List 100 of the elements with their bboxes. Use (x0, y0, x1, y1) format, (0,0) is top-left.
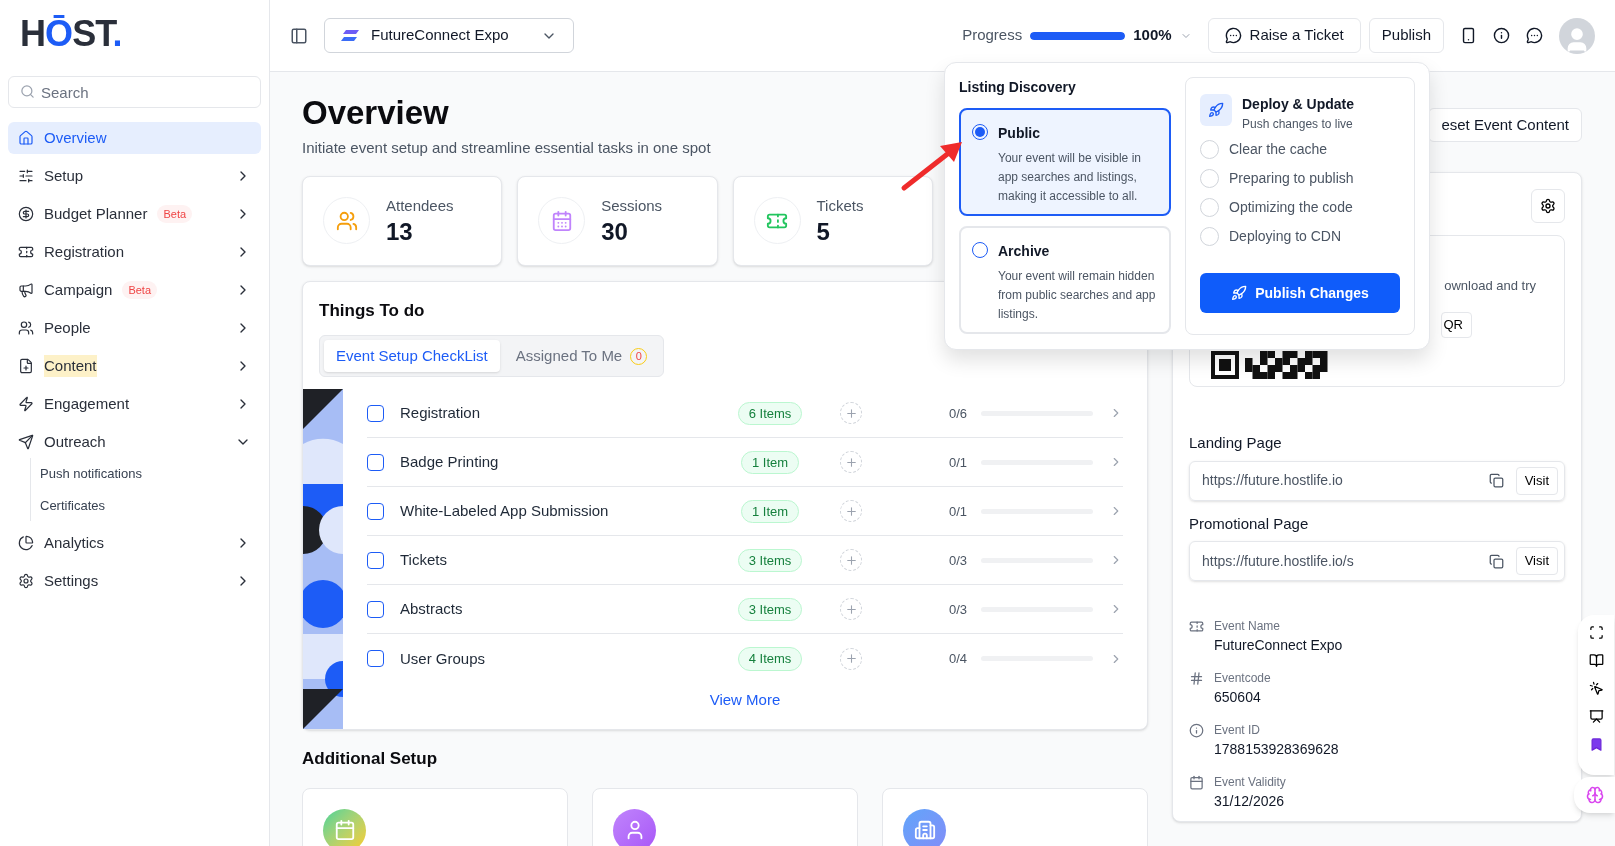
view-more-link[interactable]: View More (709, 689, 781, 712)
task-count: 0/6 (949, 404, 969, 423)
sidebar-item[interactable]: Setup (8, 160, 261, 192)
task-name: Badge Printing (400, 452, 500, 472)
task-name: Registration (400, 403, 482, 423)
step-label: Optimizing the code (1229, 198, 1353, 217)
beta-badge: Beta (157, 204, 193, 224)
publish-changes-button[interactable]: Publish Changes (1200, 273, 1400, 313)
pointer-click-icon[interactable] (1588, 681, 1604, 696)
task-count: 0/4 (949, 650, 969, 668)
checkbox[interactable] (367, 650, 384, 668)
raise-ticket-button[interactable]: Raise a Ticket (1207, 18, 1361, 53)
detail-label: Eventcode (1214, 670, 1271, 687)
sidebar-label: Outreach (44, 431, 106, 452)
stat-value: 30 (601, 217, 629, 247)
step-label: Deploying to CDN (1229, 227, 1342, 246)
sidebar-item[interactable]: Settings (8, 565, 261, 597)
detail-value: 1788153928369628 (1214, 740, 1339, 759)
sidebar-item[interactable]: Engagement (8, 388, 261, 420)
visit-button[interactable]: Visit (1515, 466, 1558, 495)
step-label: Clear the cache (1229, 140, 1328, 159)
option-title: Archive (998, 242, 1051, 261)
sidebar-item[interactable]: Campaign Beta (8, 274, 261, 306)
users-icon (18, 320, 34, 336)
sidebar-label: Registration (44, 241, 125, 262)
ticket-icon (18, 244, 34, 260)
task-name: Abstracts (400, 599, 464, 619)
scan-icon[interactable] (1588, 625, 1604, 640)
task-name: Tickets (400, 550, 448, 570)
book-icon[interactable] (1588, 653, 1604, 668)
calendar-icon (550, 209, 573, 232)
visibility-option[interactable]: Archive Your event will remain hidden from public searches and app listings. (959, 226, 1171, 334)
bookmark-icon[interactable] (1588, 737, 1604, 752)
task-count: 0/1 (949, 453, 969, 472)
task-count: 0/1 (949, 502, 969, 521)
page-title: Overview (302, 93, 449, 133)
checkbox[interactable] (367, 502, 384, 520)
option-description: Your event will be visible in app searches and listings, making it accessible to all. (998, 150, 1142, 205)
plus-icon (844, 504, 858, 518)
sidebar-item[interactable]: Content (8, 350, 261, 382)
tab[interactable]: Assigned To Me 0 (503, 340, 660, 373)
items-badge: 3 Items (737, 597, 803, 621)
users-icon (335, 209, 358, 232)
chat-icon[interactable] (1526, 27, 1543, 44)
checkbox[interactable] (367, 600, 384, 618)
plus-icon (844, 652, 858, 666)
items-badge: 4 Items (737, 647, 803, 671)
assistant-button[interactable] (1574, 777, 1615, 813)
sidebar-subitem[interactable]: Push notifications (31, 458, 142, 490)
copy-icon[interactable] (1488, 473, 1504, 488)
visibility-option[interactable]: Public Your event will be visible in app searches and listings, making it accessible to all. (959, 108, 1171, 216)
option-title: Public (998, 124, 1041, 143)
sidebar-subitem[interactable]: Certificates (31, 489, 106, 521)
beta-badge: Beta (122, 280, 157, 300)
reset-content-button[interactable]: eset Event Content (1428, 108, 1582, 142)
sliders-icon (18, 168, 34, 184)
visit-button[interactable]: Visit (1515, 547, 1558, 575)
progress-label: Progress (962, 25, 1023, 46)
sidebar-toggle-icon[interactable] (290, 26, 308, 45)
ticket-icon (1189, 619, 1204, 634)
phone-icon[interactable] (1460, 27, 1477, 44)
presentation-icon[interactable] (1588, 709, 1604, 724)
copy-icon[interactable] (1488, 553, 1504, 569)
checkbox[interactable] (367, 404, 384, 422)
settings-button[interactable] (1531, 189, 1565, 223)
deploy-subtitle: Push changes to live (1242, 116, 1354, 133)
checkbox[interactable] (367, 453, 384, 471)
progress-reading: 100% (1133, 25, 1172, 46)
plus-icon (844, 602, 858, 616)
sidebar-item[interactable]: Budget Planner Beta (8, 198, 261, 230)
qr-button[interactable]: QR (1440, 311, 1472, 338)
sidebar-item[interactable]: Overview (8, 122, 261, 154)
sidebar-label: Overview (44, 127, 107, 148)
rocket-icon (1231, 285, 1248, 301)
event-selector[interactable]: FutureConnect Expo (324, 18, 574, 53)
home-icon (18, 130, 34, 146)
search-icon (20, 84, 35, 99)
stat-value: 13 (386, 217, 414, 247)
sidebar-label: Setup (44, 165, 84, 186)
sidebar-item[interactable]: People (8, 312, 261, 344)
stat-label: Attendees (386, 195, 454, 216)
tab[interactable]: Event Setup CheckList (324, 340, 500, 373)
hash-icon (1189, 671, 1204, 686)
chat-icon (1224, 27, 1242, 44)
detail-label: Event ID (1214, 722, 1262, 739)
search-field[interactable]: Search (8, 76, 261, 108)
file-plus-icon (18, 358, 34, 374)
task-count: 0/3 (949, 551, 969, 570)
link-label: Landing Page (1189, 433, 1283, 453)
sidebar-item[interactable]: Analytics (8, 527, 261, 559)
detail-value: 650604 (1214, 688, 1262, 707)
publish-button[interactable]: Publish (1368, 18, 1444, 53)
sidebar-label: Budget Planner (44, 203, 148, 224)
info-icon[interactable] (1493, 27, 1510, 44)
items-badge: 6 Items (737, 401, 803, 425)
task-name: User Groups (400, 648, 487, 669)
sidebar-item[interactable]: Outreach (8, 426, 261, 458)
sidebar-item[interactable]: Registration (8, 236, 261, 268)
settings-icon (1540, 198, 1556, 214)
checkbox[interactable] (367, 551, 384, 569)
